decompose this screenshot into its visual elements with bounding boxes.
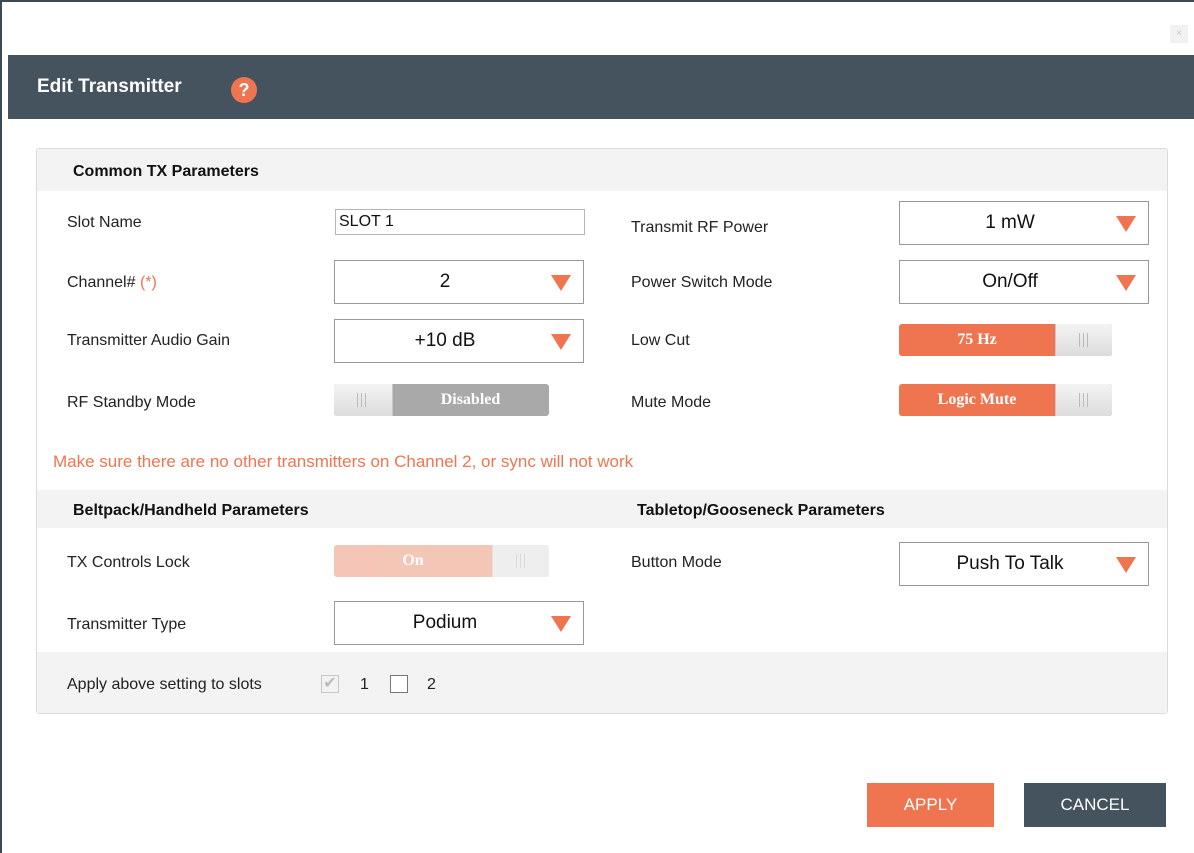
power-switch-value: On/Off — [982, 271, 1038, 292]
audio-gain-label: Transmitter Audio Gain — [67, 332, 231, 349]
channel-label-text: Channel# — [67, 274, 136, 291]
slot-2-checkbox[interactable] — [390, 675, 408, 693]
tabletop-section-title: Tabletop/Gooseneck Parameters — [637, 502, 885, 519]
window-border-left — [0, 0, 2, 853]
slot-name-label: Slot Name — [67, 214, 142, 231]
slot-1-label: 1 — [360, 676, 369, 693]
rf-standby-label: RF Standby Mode — [67, 394, 196, 411]
button-mode-value: Push To Talk — [956, 553, 1064, 574]
chevron-down-icon — [551, 616, 571, 632]
chevron-down-icon — [1116, 275, 1136, 291]
rf-standby-state: Disabled — [440, 391, 501, 408]
beltpack-section-title: Beltpack/Handheld Parameters — [73, 502, 309, 519]
power-switch-label: Power Switch Mode — [631, 274, 773, 291]
tx-type-label: Transmitter Type — [67, 616, 187, 633]
apply-slots-label: Apply above setting to slots — [67, 676, 262, 693]
chevron-down-icon — [1116, 216, 1136, 232]
tx-type-dropdown[interactable]: Podium — [334, 601, 584, 645]
close-icon[interactable]: × — [1170, 25, 1188, 43]
channel-value: 2 — [439, 271, 451, 292]
rf-power-value: 1 mW — [985, 212, 1035, 233]
toggle-knob — [334, 384, 393, 416]
low-cut-state: 75 Hz — [957, 331, 997, 348]
rf-power-label: Transmit RF Power — [631, 219, 769, 236]
parameters-panel: Common TX Parameters Slot Name SLOT 1 Ch… — [36, 148, 1168, 714]
audio-gain-dropdown[interactable]: +10 dB — [334, 319, 584, 363]
toggle-knob — [1055, 384, 1112, 416]
required-marker: (*) — [139, 274, 157, 291]
mute-mode-label: Mute Mode — [631, 394, 712, 411]
rf-power-dropdown[interactable]: 1 mW — [899, 201, 1149, 245]
button-mode-dropdown[interactable]: Push To Talk — [899, 542, 1149, 586]
tx-type-value: Podium — [412, 612, 478, 633]
channel-sync-warning: Make sure there are no other transmitter… — [53, 452, 634, 471]
window-border-top — [0, 0, 1194, 2]
apply-button[interactable]: APPLY — [867, 783, 994, 827]
chevron-down-icon — [551, 275, 571, 291]
toggle-knob — [1055, 324, 1112, 356]
audio-gain-value: +10 dB — [414, 330, 476, 351]
cancel-button[interactable]: CANCEL — [1024, 783, 1166, 827]
slot-2-label: 2 — [427, 676, 436, 693]
controls-lock-state: On — [402, 552, 424, 569]
rf-standby-toggle[interactable]: Disabled — [334, 384, 549, 416]
controls-lock-label: TX Controls Lock — [67, 554, 190, 571]
slot-name-input[interactable]: SLOT 1 — [335, 209, 585, 235]
slot-1-checkbox: ✔ — [321, 675, 339, 693]
mute-mode-toggle[interactable]: Logic Mute — [899, 384, 1112, 416]
controls-lock-toggle: On — [334, 545, 549, 577]
power-switch-dropdown[interactable]: On/Off — [899, 260, 1149, 304]
toggle-knob — [492, 545, 549, 577]
low-cut-label: Low Cut — [631, 332, 690, 349]
chevron-down-icon — [1116, 557, 1136, 573]
help-icon[interactable]: ? — [231, 77, 257, 103]
channel-dropdown[interactable]: 2 — [334, 260, 584, 304]
common-section-title: Common TX Parameters — [73, 163, 259, 180]
dialog-header: Edit Transmitter ? — [8, 55, 1194, 119]
mute-mode-state: Logic Mute — [937, 391, 1017, 408]
dialog-title: Edit Transmitter — [37, 76, 182, 97]
button-mode-label: Button Mode — [631, 554, 722, 571]
channel-label: Channel# (*) — [67, 274, 157, 292]
chevron-down-icon — [551, 334, 571, 350]
low-cut-toggle[interactable]: 75 Hz — [899, 324, 1112, 356]
